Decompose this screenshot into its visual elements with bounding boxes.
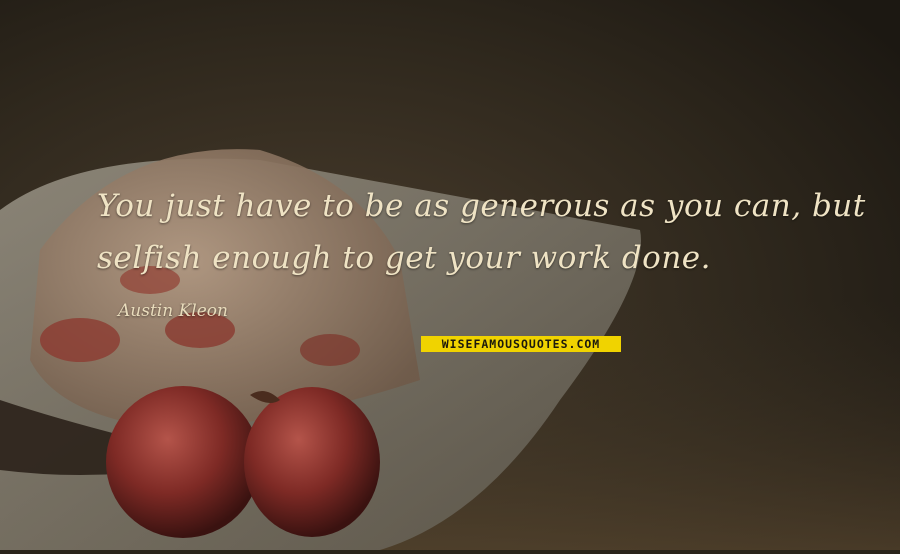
quote-author: Austin Kleon: [118, 301, 228, 321]
quote-line-2: selfish enough to get your work done.: [97, 240, 712, 276]
quote-text: You just have to be as generous as you c…: [97, 180, 877, 284]
quote-line-1: You just have to be as generous as you c…: [97, 188, 866, 224]
watermark-badge: WISEFAMOUSQUOTES.COM: [421, 336, 621, 352]
